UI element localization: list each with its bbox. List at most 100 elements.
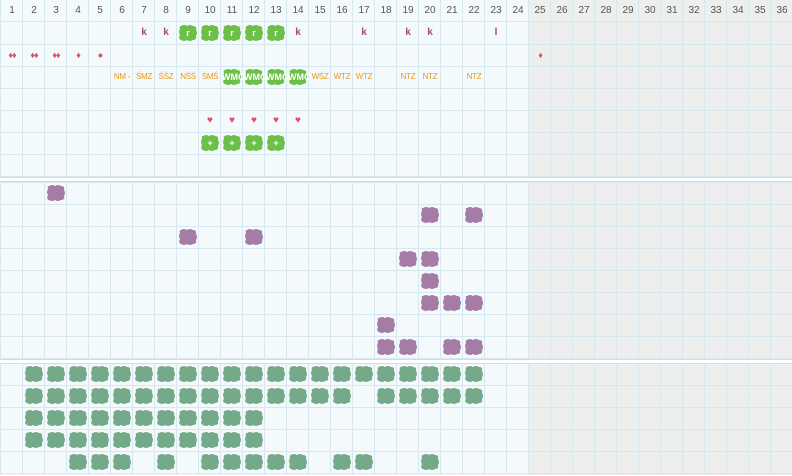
purple-event-blob[interactable]: [442, 294, 462, 312]
green-event-blob[interactable]: +: [244, 134, 264, 152]
column-header-5[interactable]: 5: [89, 2, 111, 20]
purple-event-blob[interactable]: [376, 338, 396, 356]
sage-event-blob[interactable]: [222, 365, 242, 383]
sage-event-blob[interactable]: [266, 453, 286, 471]
sage-event-blob[interactable]: [222, 387, 242, 405]
sage-event-blob[interactable]: [156, 365, 176, 383]
sage-event-blob[interactable]: [200, 409, 220, 427]
column-header-26[interactable]: 26: [551, 2, 573, 20]
sage-event-blob[interactable]: [332, 387, 352, 405]
sage-event-blob[interactable]: [68, 431, 88, 449]
column-header-21[interactable]: 21: [441, 2, 463, 20]
sage-event-blob[interactable]: [200, 453, 220, 471]
purple-event-blob[interactable]: [464, 338, 484, 356]
sage-event-blob[interactable]: [134, 409, 154, 427]
column-header-17[interactable]: 17: [353, 2, 375, 20]
sage-event-blob[interactable]: [178, 387, 198, 405]
green-event-blob[interactable]: WMO: [266, 68, 289, 86]
sage-event-blob[interactable]: [178, 365, 198, 383]
column-header-16[interactable]: 16: [331, 2, 353, 20]
sage-event-blob[interactable]: [90, 431, 110, 449]
sage-event-blob[interactable]: [156, 409, 176, 427]
sage-event-blob[interactable]: [244, 409, 264, 427]
purple-event-blob[interactable]: [376, 316, 396, 334]
sage-event-blob[interactable]: [200, 365, 220, 383]
column-header-27[interactable]: 27: [573, 2, 595, 20]
sage-event-blob[interactable]: [112, 409, 132, 427]
sage-event-blob[interactable]: [46, 409, 66, 427]
column-header-33[interactable]: 33: [705, 2, 727, 20]
purple-event-blob[interactable]: [398, 250, 418, 268]
green-event-blob[interactable]: WMO: [222, 68, 245, 86]
sage-event-blob[interactable]: [24, 387, 44, 405]
column-header-6[interactable]: 6: [111, 2, 133, 20]
sage-event-blob[interactable]: [398, 365, 418, 383]
sage-event-blob[interactable]: [288, 365, 308, 383]
sage-event-blob[interactable]: [200, 387, 220, 405]
green-event-blob[interactable]: WMO: [244, 68, 267, 86]
sage-event-blob[interactable]: [464, 387, 484, 405]
purple-event-blob[interactable]: [244, 228, 264, 246]
sage-event-blob[interactable]: [332, 365, 352, 383]
sage-event-blob[interactable]: [310, 387, 330, 405]
green-event-blob[interactable]: r: [200, 24, 220, 42]
sage-event-blob[interactable]: [244, 453, 264, 471]
column-header-23[interactable]: 23: [485, 2, 507, 20]
column-header-18[interactable]: 18: [375, 2, 397, 20]
column-header-8[interactable]: 8: [155, 2, 177, 20]
column-header-36[interactable]: 36: [771, 2, 792, 20]
sage-event-blob[interactable]: [134, 387, 154, 405]
sage-event-blob[interactable]: [266, 387, 286, 405]
column-header-2[interactable]: 2: [23, 2, 45, 20]
green-event-blob[interactable]: r: [178, 24, 198, 42]
green-event-blob[interactable]: +: [200, 134, 220, 152]
sage-event-blob[interactable]: [68, 409, 88, 427]
purple-event-blob[interactable]: [464, 294, 484, 312]
sage-event-blob[interactable]: [244, 365, 264, 383]
sage-event-blob[interactable]: [200, 431, 220, 449]
purple-event-blob[interactable]: [420, 294, 440, 312]
green-event-blob[interactable]: r: [244, 24, 264, 42]
green-event-blob[interactable]: +: [222, 134, 242, 152]
sage-event-blob[interactable]: [46, 365, 66, 383]
sage-event-blob[interactable]: [24, 431, 44, 449]
sage-event-blob[interactable]: [112, 431, 132, 449]
sage-event-blob[interactable]: [68, 453, 88, 471]
column-header-1[interactable]: 1: [1, 2, 23, 20]
sage-event-blob[interactable]: [420, 387, 440, 405]
sage-event-blob[interactable]: [420, 453, 440, 471]
sage-event-blob[interactable]: [90, 365, 110, 383]
column-header-12[interactable]: 12: [243, 2, 265, 20]
purple-event-blob[interactable]: [420, 272, 440, 290]
column-header-9[interactable]: 9: [177, 2, 199, 20]
purple-event-blob[interactable]: [442, 338, 462, 356]
sage-event-blob[interactable]: [112, 453, 132, 471]
sage-event-blob[interactable]: [310, 365, 330, 383]
column-header-20[interactable]: 20: [419, 2, 441, 20]
green-event-blob[interactable]: r: [222, 24, 242, 42]
column-header-32[interactable]: 32: [683, 2, 705, 20]
sage-event-blob[interactable]: [420, 365, 440, 383]
sage-event-blob[interactable]: [46, 387, 66, 405]
purple-event-blob[interactable]: [420, 206, 440, 224]
sage-event-blob[interactable]: [222, 431, 242, 449]
sage-event-blob[interactable]: [156, 453, 176, 471]
column-header-19[interactable]: 19: [397, 2, 419, 20]
sage-event-blob[interactable]: [244, 431, 264, 449]
sage-event-blob[interactable]: [288, 453, 308, 471]
sage-event-blob[interactable]: [354, 453, 374, 471]
column-header-22[interactable]: 22: [463, 2, 485, 20]
sage-event-blob[interactable]: [90, 409, 110, 427]
green-event-blob[interactable]: WMO: [288, 68, 311, 86]
sage-event-blob[interactable]: [354, 365, 374, 383]
sage-event-blob[interactable]: [442, 387, 462, 405]
sage-event-blob[interactable]: [244, 387, 264, 405]
sage-event-blob[interactable]: [68, 365, 88, 383]
sage-event-blob[interactable]: [332, 453, 352, 471]
green-event-blob[interactable]: r: [266, 24, 286, 42]
sage-event-blob[interactable]: [24, 409, 44, 427]
sage-event-blob[interactable]: [222, 409, 242, 427]
sage-event-blob[interactable]: [24, 365, 44, 383]
sage-event-blob[interactable]: [112, 387, 132, 405]
purple-event-blob[interactable]: [420, 250, 440, 268]
